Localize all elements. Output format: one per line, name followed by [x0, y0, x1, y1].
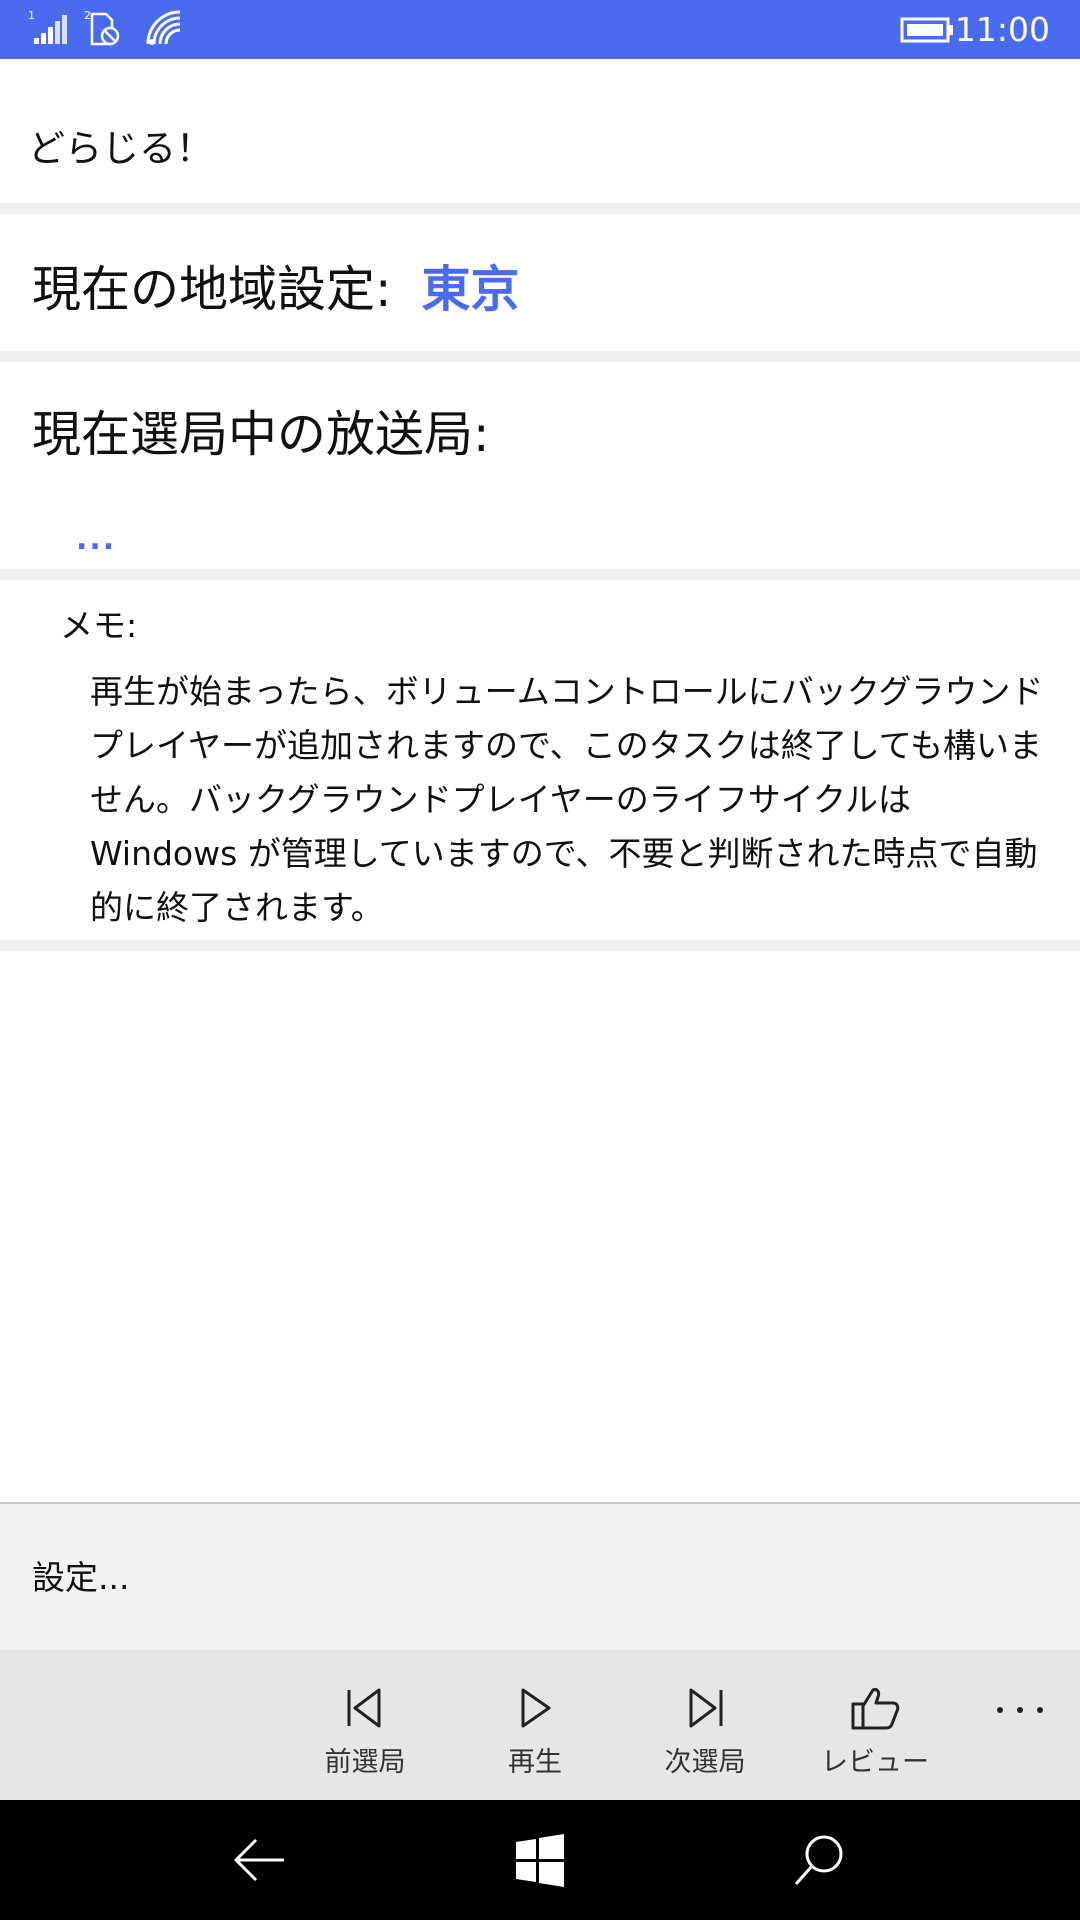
- review-label: レビュー: [821, 1747, 929, 1778]
- separator: [0, 351, 1080, 362]
- battery-icon: [900, 17, 953, 43]
- play-icon: [521, 1688, 551, 1728]
- station-label: 現在選局中の放送局:: [32, 406, 490, 463]
- more-icon[interactable]: [990, 1690, 1050, 1730]
- previous-station-label: 前選局: [324, 1747, 406, 1778]
- separator: [0, 940, 1080, 951]
- settings-panel: 設定...: [0, 1502, 1080, 1652]
- signal-sim1-icon: 1: [28, 9, 67, 44]
- thumbs-up-icon: [851, 1688, 900, 1730]
- region-row: 現在の地域設定: 東京: [32, 258, 520, 322]
- command-bar: 前選局 再生 次選局 レビュー: [0, 1650, 1080, 1800]
- status-bar: 1 2 11:00: [0, 0, 1080, 59]
- play-button[interactable]: 再生: [460, 1650, 610, 1800]
- app-title: どらじる！: [28, 127, 213, 170]
- next-station-icon: [689, 1688, 723, 1728]
- wifi-icon: [146, 10, 181, 45]
- memo-label: メモ:: [60, 606, 138, 645]
- review-button[interactable]: レビュー: [800, 1650, 950, 1800]
- separator: [0, 569, 1080, 580]
- region-label: 現在の地域設定:: [32, 261, 392, 318]
- navigation-bar: [0, 1800, 1080, 1920]
- settings-link[interactable]: 設定...: [32, 1556, 129, 1600]
- windows-start-icon[interactable]: [510, 1830, 570, 1890]
- search-icon[interactable]: [790, 1830, 850, 1890]
- sim2-no-service-icon: 2: [84, 9, 120, 46]
- next-station-label: 次選局: [664, 1747, 746, 1778]
- separator: [0, 203, 1080, 214]
- clock: 11:00: [954, 10, 1050, 49]
- play-label: 再生: [508, 1747, 562, 1778]
- memo-text: 再生が始まったら、ボリュームコントロールにバックグラウンドプレイヤーが追加されま…: [90, 672, 1044, 927]
- region-value-link[interactable]: 東京: [422, 261, 520, 318]
- station-value: ...: [76, 522, 117, 557]
- back-icon[interactable]: [230, 1830, 290, 1890]
- previous-station-icon: [347, 1688, 381, 1728]
- previous-station-button[interactable]: 前選局: [290, 1650, 440, 1800]
- svg-text:1: 1: [28, 9, 35, 22]
- svg-text:2: 2: [84, 9, 91, 22]
- next-station-button[interactable]: 次選局: [630, 1650, 780, 1800]
